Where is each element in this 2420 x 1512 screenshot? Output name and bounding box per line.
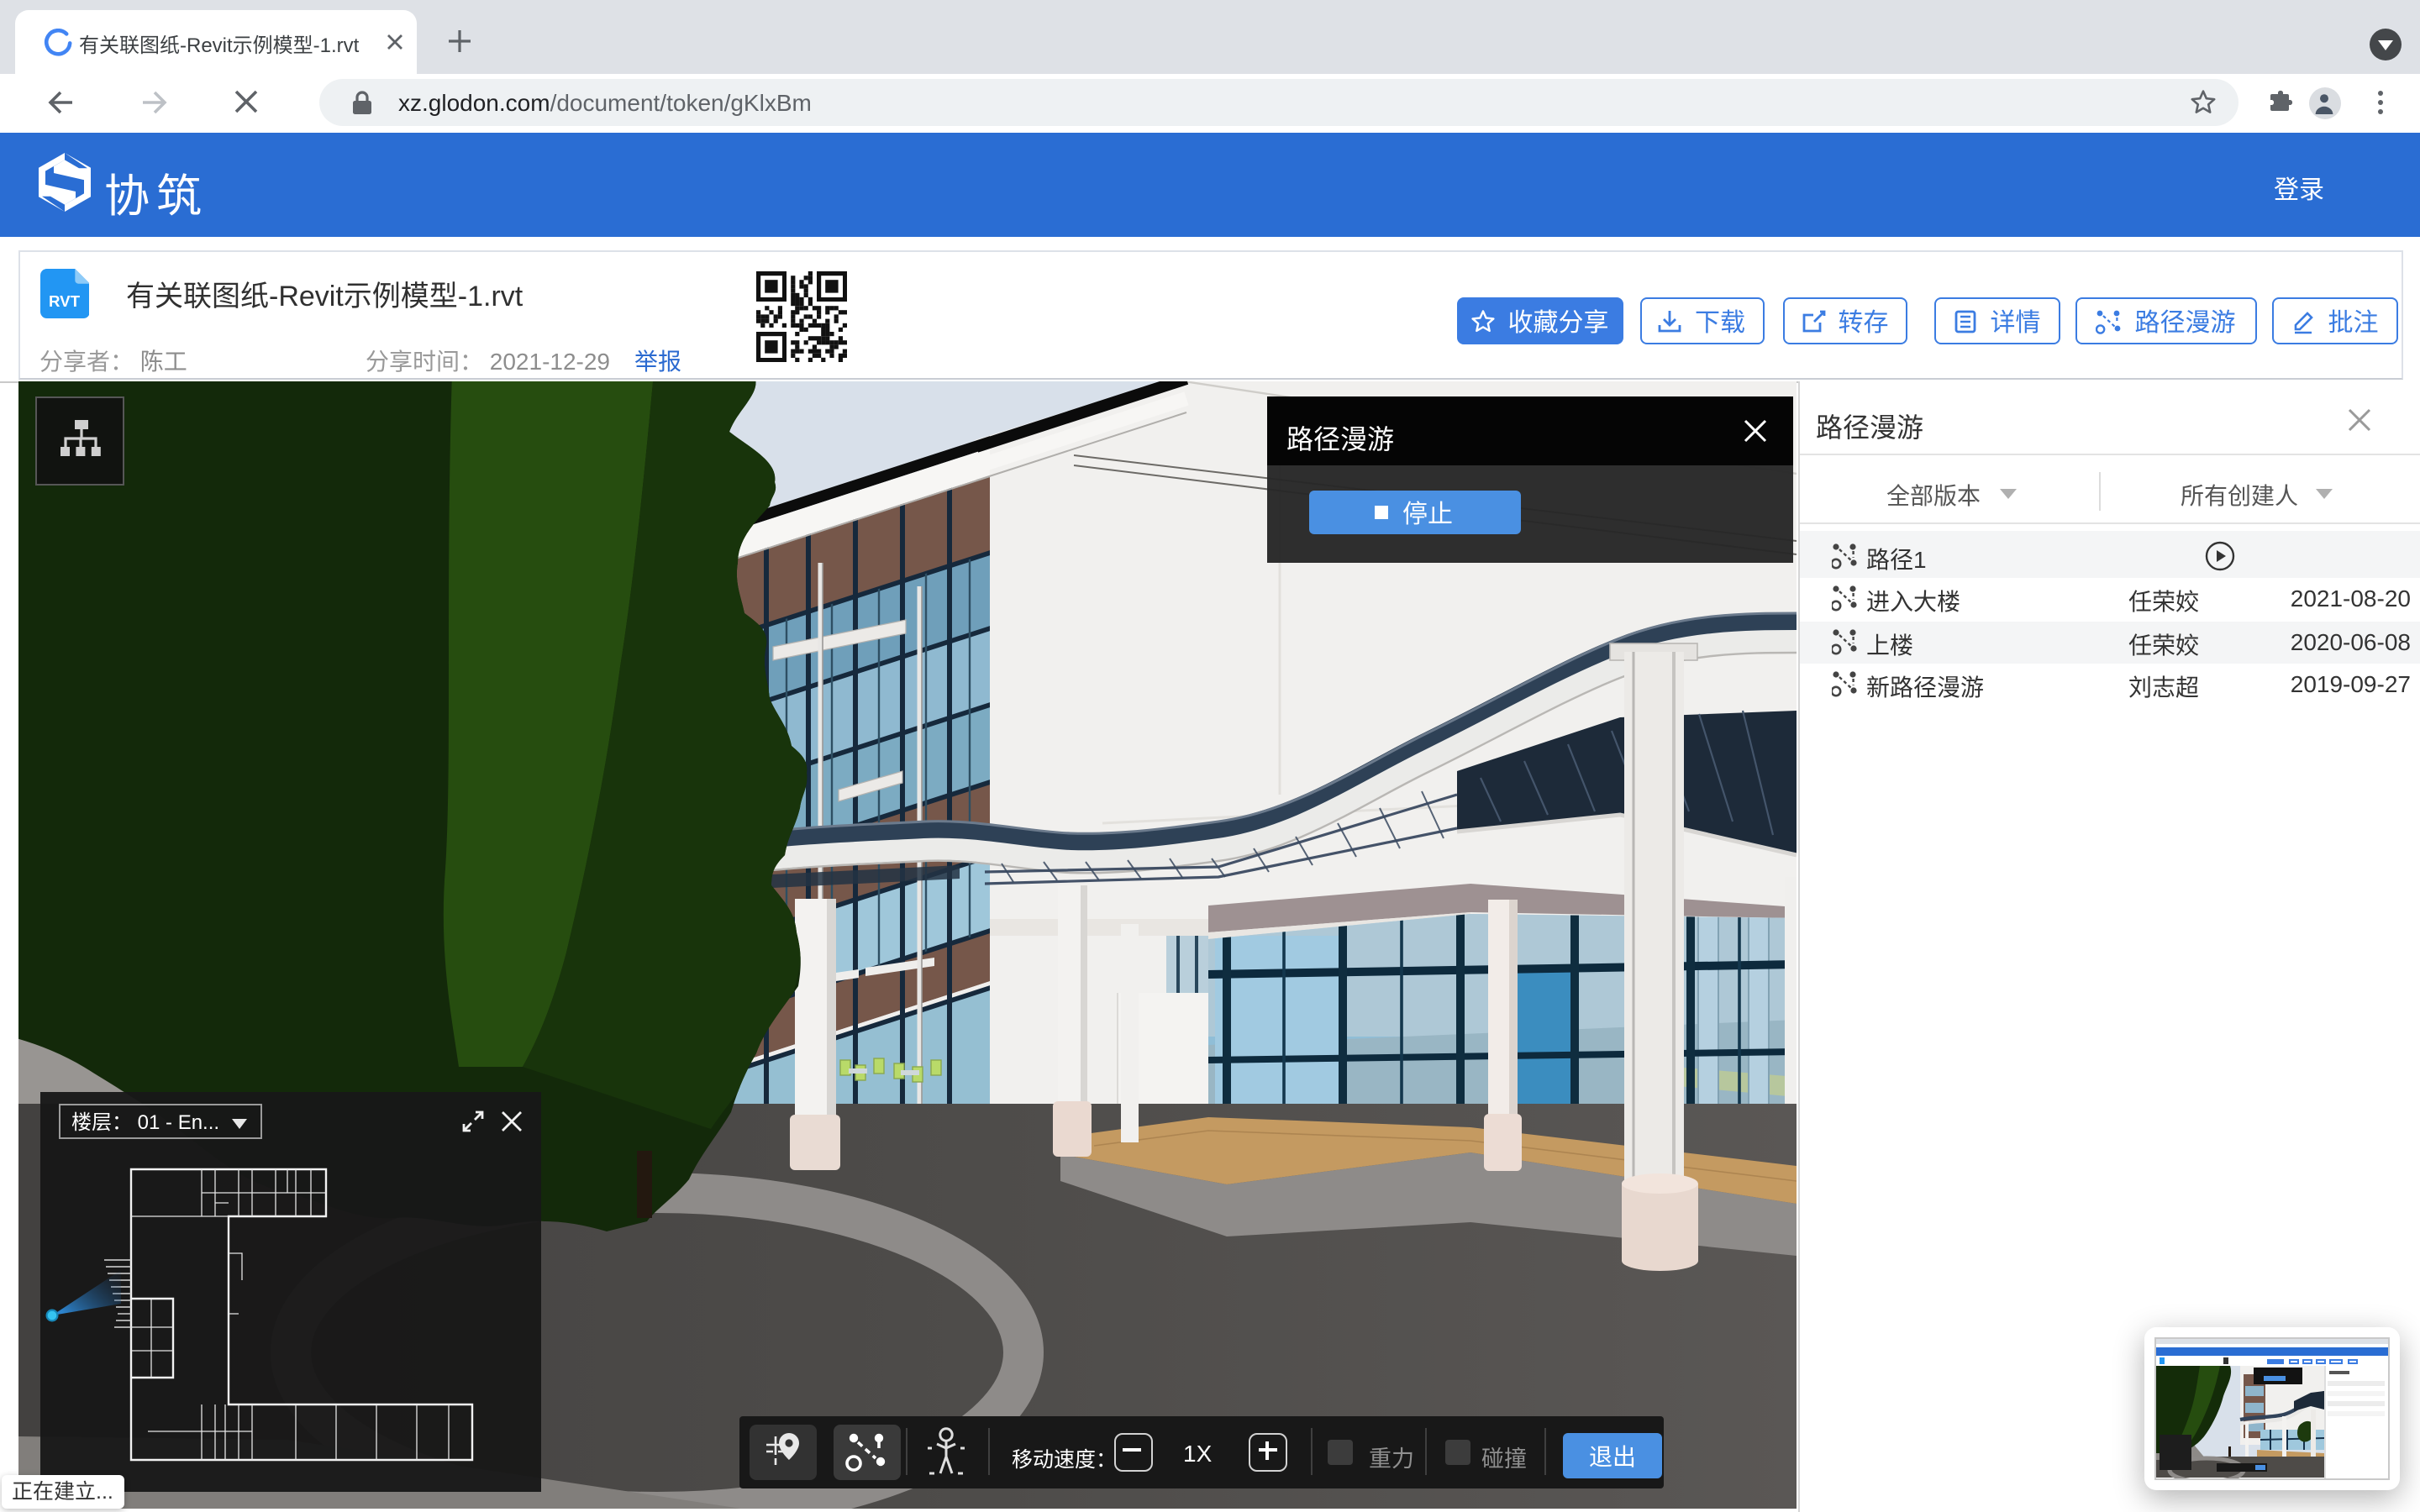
svg-text:RVT: RVT <box>48 292 80 310</box>
